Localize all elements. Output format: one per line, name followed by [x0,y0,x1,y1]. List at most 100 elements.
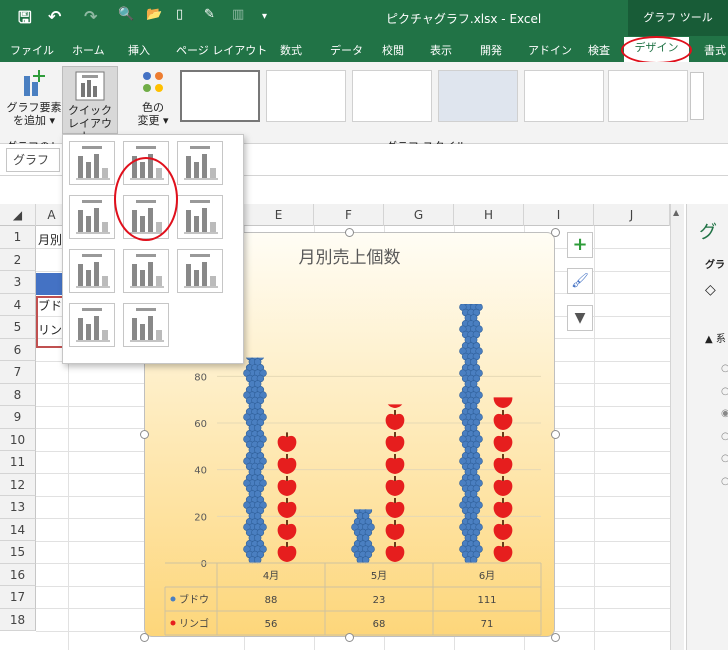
apple-icon [387,404,403,408]
y-tick-label: 40 [194,466,207,477]
column-header-i[interactable]: I [524,204,594,226]
ribbon-tabs: ファイル ホーム 挿入 ページ レイアウト 数式 データ 校閲 表示 開発 アド… [0,36,728,64]
tab-addins[interactable]: アドイン [528,42,572,58]
pane-options[interactable]: ○ ○ ◉ ○ ○ ○ [721,358,728,493]
resize-handle-br[interactable] [551,633,560,642]
quick-layout-option-11[interactable] [123,303,169,347]
format-painter-icon[interactable]: ✎ [204,7,215,22]
row-header-5[interactable]: 5 [0,316,36,339]
apple-icon [277,476,297,496]
chart-icon[interactable]: ▥ [232,7,244,22]
grape-icon [243,408,267,432]
new-icon[interactable]: ▯ [176,7,183,22]
tab-home[interactable]: ホーム [72,42,105,58]
y-tick-label: 80 [194,372,207,383]
resize-handle-top[interactable] [345,228,354,237]
chart-style-5[interactable] [524,70,604,122]
chart-style-3[interactable] [352,70,432,122]
apple-icon [493,397,513,408]
grape-icon [243,430,267,454]
column-header-e[interactable]: E [244,204,314,226]
quick-layout-button[interactable]: クイック レイアウト ▾ [62,66,118,143]
chart-style-4[interactable] [438,70,518,122]
column-header-g[interactable]: G [384,204,454,226]
row-header-3[interactable]: 3 [0,271,36,294]
row-header-12[interactable]: 12 [0,473,36,496]
resize-handle-left[interactable] [140,430,149,439]
column-header-h[interactable]: H [454,204,524,226]
quick-layout-option-10[interactable] [69,303,115,347]
column-header-f[interactable]: F [314,204,384,226]
resize-handle-tr[interactable] [551,228,560,237]
row-header-6[interactable]: 6 [0,338,36,361]
row-header-14[interactable]: 14 [0,518,36,541]
add-chart-element-button[interactable]: グラフ要素 を追加 ▾ [6,68,62,127]
change-colors-button[interactable]: 色の 変更 ▾ [130,68,176,127]
apple-icon [493,542,513,562]
chart-style-6[interactable] [608,70,688,122]
tab-page-layout[interactable]: ページ レイアウト [176,42,267,58]
row-header-18[interactable]: 18 [0,608,36,631]
tab-formulas[interactable]: 数式 [280,42,302,58]
chart-elements-plus-icon[interactable]: + [567,232,593,258]
chart-style-1[interactable] [180,70,260,122]
fill-icon[interactable]: ◇ [705,282,716,298]
apple-icon [493,454,513,474]
row-header-7[interactable]: 7 [0,361,36,384]
quick-layout-option-3[interactable] [177,141,223,185]
row-header-17[interactable]: 17 [0,586,36,609]
tab-data[interactable]: データ [330,42,363,58]
chart-styles-brush-icon[interactable]: 🖌 [567,268,593,294]
row-header-15[interactable]: 15 [0,541,36,564]
save-icon[interactable]: 🖫 [18,7,32,34]
quick-layout-option-7[interactable] [69,249,115,293]
row-header-13[interactable]: 13 [0,496,36,519]
quick-layout-option-9[interactable] [177,249,223,293]
tab-review[interactable]: 校閲 [382,42,404,58]
row-header-16[interactable]: 16 [0,563,36,586]
row-header-11[interactable]: 11 [0,451,36,474]
quick-layout-option-1[interactable] [69,141,115,185]
chart-style-2[interactable] [266,70,346,122]
row-header-4[interactable]: 4 [0,293,36,316]
tab-inspect[interactable]: 検査 [588,42,610,58]
row-header-8[interactable]: 8 [0,383,36,406]
quick-layout-option-8[interactable] [123,249,169,293]
column-header-j[interactable]: J [594,204,670,226]
grape-icon [243,386,267,410]
data-value: 71 [481,619,494,630]
vertical-scrollbar[interactable]: ▲ [670,204,684,650]
resize-handle-bl[interactable] [140,633,149,642]
row-header-1[interactable]: 1 [0,226,36,249]
quick-layout-option-6[interactable] [177,195,223,239]
name-box[interactable]: グラフ [6,148,60,172]
redo-icon[interactable]: ↷ [84,7,97,26]
tab-insert[interactable]: 挿入 [128,42,150,58]
grape-icon [459,474,483,498]
tab-file[interactable]: ファイル [10,42,54,58]
apple-icon [385,410,405,430]
grape-icon [459,341,483,366]
tab-view[interactable]: 表示 [430,42,452,58]
row-header-10[interactable]: 10 [0,428,36,451]
tab-format[interactable]: 書式 [704,42,726,58]
chart-filter-icon[interactable]: ▼ [567,305,593,331]
scroll-up-icon[interactable]: ▲ [673,208,679,217]
style-gallery-scroll[interactable] [690,72,704,120]
resize-handle-bottom[interactable] [345,633,354,642]
open-icon[interactable]: 📂 [146,7,162,22]
quick-layout-option-4[interactable] [69,195,115,239]
row-header-2[interactable]: 2 [0,248,36,271]
add-element-icon [24,70,45,96]
customize-icon[interactable]: ▾ [262,11,267,22]
row-header-9[interactable]: 9 [0,406,36,429]
undo-icon[interactable]: ↶ [48,7,61,26]
series-label: ブドウ [179,593,209,606]
tab-developer[interactable]: 開発 [480,42,502,58]
cell-a1[interactable]: 月別 [38,231,62,248]
apple-icon [493,432,513,452]
select-all-corner[interactable]: ◢ [0,204,36,226]
resize-handle-right[interactable] [551,430,560,439]
pane-section[interactable]: ▲ 系 [705,330,726,345]
print-preview-icon[interactable]: 🔍 [118,7,134,22]
